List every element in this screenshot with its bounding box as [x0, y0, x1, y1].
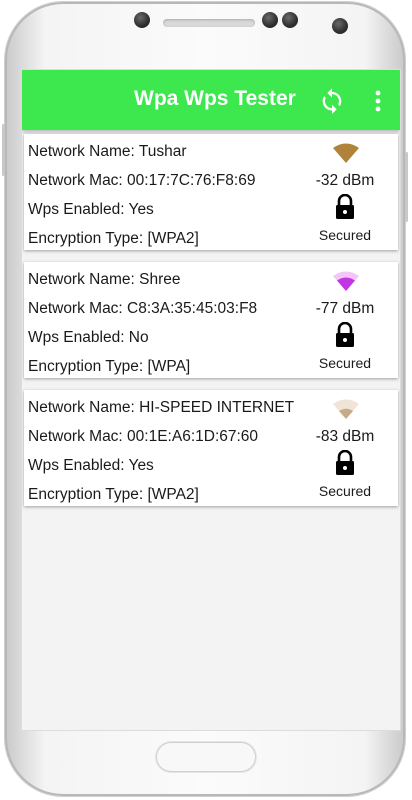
signal-strength: -32 dBm	[315, 172, 375, 189]
signal-panel: -32 dBm Secured	[292, 134, 398, 250]
lock-icon	[336, 322, 354, 347]
proximity-sensor-icon	[332, 18, 348, 34]
sensor-icon	[282, 12, 298, 28]
earpiece-speaker	[163, 19, 255, 27]
more-options-button[interactable]	[368, 88, 388, 114]
security-status: Secured	[318, 483, 372, 499]
wps-enabled: Wps Enabled: Yes	[28, 201, 154, 218]
network-mac: Network Mac: C8:3A:35:45:03:F8	[28, 300, 258, 317]
network-name: Network Name: Shree	[28, 271, 181, 288]
network-name: Network Name: Tushar	[28, 143, 187, 160]
wifi-signal-icon	[333, 271, 359, 291]
encryption-type: Encryption Type: [WPA2]	[28, 486, 199, 503]
signal-panel: -77 dBm Secured	[292, 262, 398, 378]
wifi-signal-icon	[333, 399, 359, 419]
lock-icon	[336, 450, 354, 475]
signal-strength: -77 dBm	[315, 300, 375, 317]
security-status: Secured	[318, 227, 372, 243]
network-mac: Network Mac: 00:17:7C:76:F8:69	[28, 172, 256, 189]
sensor-icon	[262, 12, 278, 28]
network-card[interactable]: Network Name: HI-SPEED INTERNET Network …	[24, 390, 398, 506]
encryption-type: Encryption Type: [WPA]	[28, 358, 191, 375]
wps-enabled: Wps Enabled: Yes	[28, 457, 154, 474]
signal-strength: -83 dBm	[315, 428, 375, 445]
encryption-type: Encryption Type: [WPA2]	[28, 230, 199, 247]
app-title: Wpa Wps Tester	[134, 87, 296, 110]
network-card[interactable]: Network Name: Shree Network Mac: C8:3A:3…	[24, 262, 398, 378]
lock-icon	[336, 194, 354, 219]
wps-enabled: Wps Enabled: No	[28, 329, 149, 346]
front-camera-icon	[134, 12, 150, 28]
home-button[interactable]	[156, 742, 256, 772]
volume-button	[2, 124, 5, 176]
app-screen: Wpa Wps Tester Network Name: Tushar Netw…	[22, 70, 400, 730]
network-name: Network Name: HI-SPEED INTERNET	[28, 399, 295, 416]
wifi-signal-icon	[333, 143, 359, 163]
signal-panel: -83 dBm Secured	[292, 390, 398, 506]
app-bar: Wpa Wps Tester	[22, 70, 400, 130]
power-button	[405, 152, 408, 222]
refresh-button[interactable]	[318, 86, 346, 114]
refresh-icon	[322, 88, 342, 114]
more-vert-icon	[375, 90, 381, 112]
network-card[interactable]: Network Name: Tushar Network Mac: 00:17:…	[24, 134, 398, 250]
network-mac: Network Mac: 00:1E:A6:1D:67:60	[28, 428, 259, 445]
security-status: Secured	[318, 355, 372, 371]
